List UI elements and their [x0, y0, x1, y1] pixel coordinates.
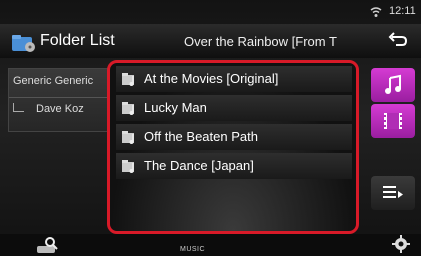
queue-icon [383, 186, 403, 198]
page-title: Folder List [40, 32, 115, 49]
folder-list: At the Movies [Original] Lucky Man Off t… [107, 60, 359, 234]
folder-path-root[interactable]: Generic Generic [13, 75, 93, 87]
list-item[interactable]: The Dance [Japan] [116, 153, 352, 179]
list-item[interactable]: Lucky Man [116, 95, 352, 121]
search-icon[interactable] [36, 236, 60, 254]
list-item-label: Lucky Man [144, 100, 207, 115]
list-item-label: Off the Beaten Path [144, 129, 258, 144]
back-icon[interactable] [386, 31, 410, 51]
music-folder-icon [122, 160, 134, 173]
now-playing-title: Over the Rainbow [From T [184, 34, 337, 49]
folder-path-panel: Generic Generic Dave Koz [8, 68, 110, 132]
clock: 12:11 [389, 5, 416, 17]
source-label: MUSIC [180, 246, 206, 253]
divider [9, 97, 109, 98]
list-item[interactable]: Off the Beaten Path [116, 124, 352, 150]
video-icon [384, 113, 402, 129]
folder-path-child-label: Dave Koz [36, 103, 84, 115]
gear-icon[interactable] [392, 235, 410, 253]
music-folder-icon [122, 73, 134, 86]
music-folder-icon [122, 102, 134, 115]
wifi-icon [370, 7, 382, 17]
list-item-label: The Dance [Japan] [144, 158, 254, 173]
folder-icon [12, 35, 35, 52]
tree-branch-icon [13, 103, 24, 112]
folder-path-child[interactable]: Dave Koz [13, 103, 84, 115]
status-bar: 12:11 [0, 0, 421, 24]
list-item[interactable]: At the Movies [Original] [116, 66, 352, 92]
screen: 12:11 Folder List Over the Rainbow [From… [0, 0, 421, 256]
music-folder-icon [122, 131, 134, 144]
list-item-label: At the Movies [Original] [144, 71, 279, 86]
header-bar: Folder List Over the Rainbow [From T [0, 24, 421, 58]
music-button[interactable] [371, 68, 415, 102]
bottom-bar [0, 234, 421, 256]
music-note-icon [385, 74, 401, 94]
video-button[interactable] [371, 104, 415, 138]
queue-button[interactable] [371, 176, 415, 210]
